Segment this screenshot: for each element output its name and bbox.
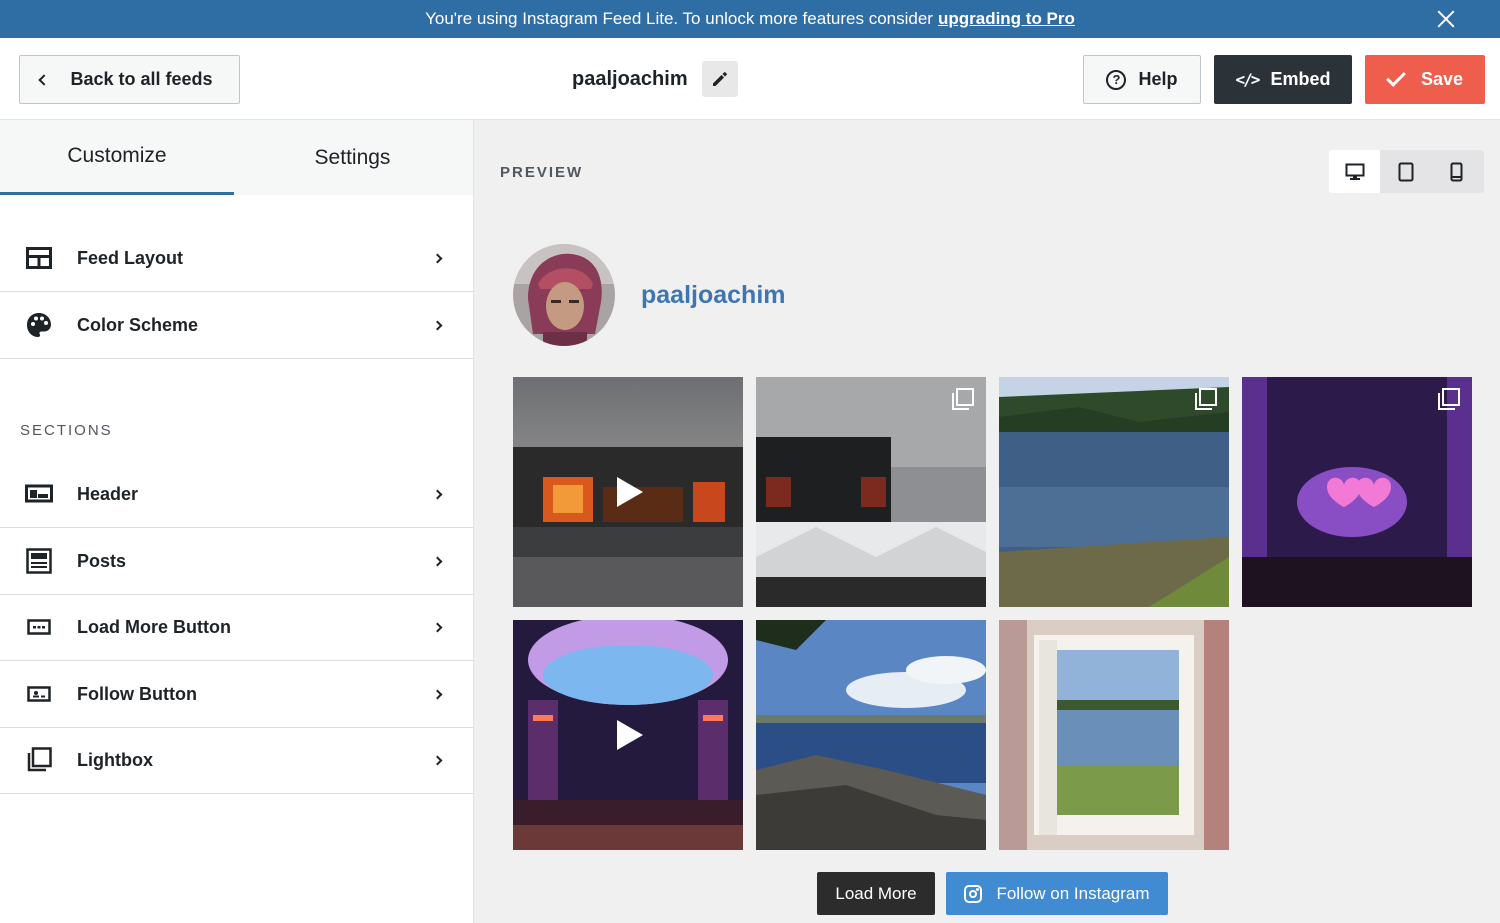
- section-item-load-more-button[interactable]: Load More Button: [0, 594, 474, 661]
- play-icon: [617, 477, 643, 507]
- check-icon: [1386, 67, 1406, 87]
- help-icon: ?: [1106, 69, 1127, 90]
- follow-label: Follow on Instagram: [996, 883, 1150, 903]
- post-tile[interactable]: [756, 377, 986, 607]
- save-label: Save: [1420, 69, 1464, 89]
- close-icon[interactable]: [1436, 9, 1456, 29]
- grid-layout-icon: [25, 244, 53, 272]
- post-tile[interactable]: [756, 620, 986, 850]
- follow-icon: [25, 680, 53, 708]
- upgrade-notice: You're using Instagram Feed Lite. To unl…: [0, 0, 1500, 38]
- tablet-icon: [1398, 162, 1413, 181]
- chevron-right-icon: [432, 755, 443, 765]
- sections-heading: SECTIONS: [20, 422, 113, 439]
- post-tile[interactable]: [999, 377, 1229, 607]
- posts-icon: [25, 547, 53, 575]
- device-switcher: [1329, 150, 1484, 193]
- load-more-button[interactable]: Load More: [817, 872, 935, 915]
- header-icon: [25, 480, 53, 508]
- tab-customize[interactable]: Customize: [0, 120, 234, 195]
- post-tile[interactable]: [513, 377, 743, 607]
- chevron-right-icon: [432, 689, 443, 699]
- post-tile[interactable]: [999, 620, 1229, 850]
- post-tile[interactable]: [1242, 377, 1472, 607]
- menu-item-label: Feed Layout: [77, 247, 184, 268]
- menu-item-color-scheme[interactable]: Color Scheme: [0, 292, 474, 359]
- section-item-label: Header: [77, 483, 139, 504]
- carousel-icon: [1195, 388, 1217, 410]
- chevron-right-icon: [432, 320, 443, 330]
- embed-label: Embed: [1270, 69, 1331, 89]
- chevron-right-icon: [432, 489, 443, 499]
- mobile-view-button[interactable]: [1431, 150, 1482, 193]
- section-item-follow-button[interactable]: Follow Button: [0, 661, 474, 728]
- instagram-icon: [964, 884, 983, 903]
- follow-on-instagram-button[interactable]: Follow on Instagram: [946, 872, 1168, 915]
- section-item-header[interactable]: Header: [0, 461, 474, 528]
- code-icon: </>: [1235, 70, 1261, 89]
- chevron-right-icon: [432, 253, 443, 263]
- post-image: [999, 377, 1229, 607]
- edit-name-button[interactable]: [702, 61, 738, 97]
- chevron-right-icon: [432, 622, 443, 632]
- post-tile[interactable]: [513, 620, 743, 850]
- carousel-icon: [952, 388, 974, 410]
- sidebar-tabs: Customize Settings: [0, 120, 473, 195]
- menu-item-feed-layout[interactable]: Feed Layout: [0, 225, 474, 292]
- pencil-icon: [713, 72, 727, 86]
- tablet-view-button[interactable]: [1380, 150, 1431, 193]
- profile-username[interactable]: paaljoachim: [641, 281, 786, 310]
- chevron-right-icon: [432, 556, 443, 566]
- section-item-label: Load More Button: [77, 616, 231, 637]
- customizer-sidebar: Customize Settings Feed Layout Color Sch…: [0, 120, 474, 923]
- help-button[interactable]: ? Help: [1083, 55, 1201, 104]
- chevron-left-icon: [38, 73, 51, 86]
- carousel-icon: [1438, 388, 1460, 410]
- section-item-lightbox[interactable]: Lightbox: [0, 727, 474, 794]
- section-item-posts[interactable]: Posts: [0, 528, 474, 595]
- back-button-label: Back to all feeds: [70, 69, 213, 89]
- play-icon: [617, 720, 643, 750]
- section-item-label: Lightbox: [77, 749, 153, 770]
- section-item-label: Posts: [77, 550, 127, 571]
- top-toolbar: Back to all feeds paaljoachim ? Help </>…: [0, 38, 1500, 120]
- save-button[interactable]: Save: [1365, 55, 1485, 104]
- preview-heading: PREVIEW: [500, 164, 584, 181]
- notice-text: You're using Instagram Feed Lite. To unl…: [425, 9, 933, 28]
- load-more-icon: [25, 613, 53, 641]
- post-image: [756, 377, 986, 607]
- post-image: [756, 620, 986, 850]
- section-item-label: Follow Button: [77, 683, 197, 704]
- menu-item-label: Color Scheme: [77, 314, 199, 335]
- tab-settings[interactable]: Settings: [234, 120, 471, 195]
- feed-name: paaljoachim: [572, 68, 688, 90]
- lightbox-icon: [25, 746, 53, 774]
- post-image: [1242, 377, 1472, 607]
- back-to-feeds-button[interactable]: Back to all feeds: [19, 55, 240, 104]
- help-label: Help: [1138, 69, 1178, 89]
- upgrade-link[interactable]: upgrading to Pro: [938, 9, 1075, 29]
- avatar[interactable]: [513, 244, 615, 346]
- embed-button[interactable]: </> Embed: [1214, 55, 1352, 104]
- desktop-icon: [1345, 163, 1364, 180]
- mobile-icon: [1450, 162, 1463, 181]
- desktop-view-button[interactable]: [1329, 150, 1380, 193]
- post-image: [999, 620, 1229, 850]
- palette-icon: [25, 311, 53, 339]
